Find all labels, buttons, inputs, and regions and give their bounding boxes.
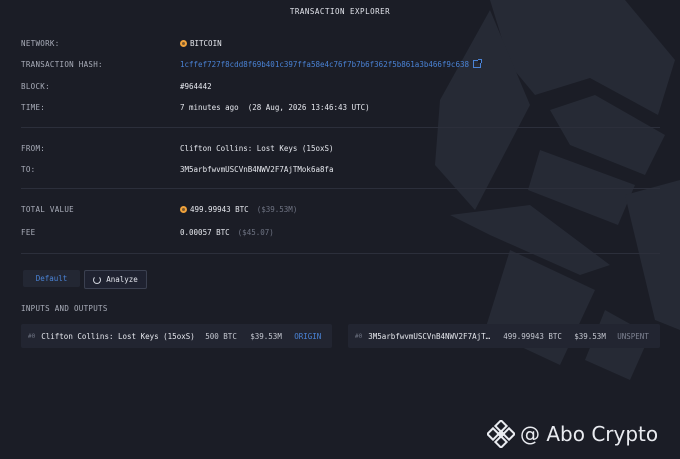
bitcoin-icon xyxy=(180,39,187,47)
output-row[interactable]: #0 3M5arbfwvmUSCVnB4NWV2F7AjT… 499.99943… xyxy=(348,324,660,348)
total-value-label: TOTAL VALUE xyxy=(21,204,74,214)
network-row: NETWORK: BITCOIN xyxy=(21,37,641,49)
to-row: TO: 3M5arbfwvmUSCVnB4NWV2F7AjTMok6a8fa xyxy=(21,163,641,175)
block-value: #964442 xyxy=(180,81,212,91)
network-label: NETWORK: xyxy=(21,38,60,48)
input-usd: $39.53M xyxy=(250,331,282,341)
hash-label: TRANSACTION HASH: xyxy=(21,59,103,69)
time-row: TIME: 7 minutes ago (28 Aug, 2026 13:46:… xyxy=(21,101,641,113)
to-value[interactable]: 3M5arbfwvmUSCVnB4NWV2F7AjTMok6a8fa xyxy=(180,165,334,174)
spinner-icon xyxy=(93,275,102,284)
input-index: #0 xyxy=(28,332,36,340)
from-label: FROM: xyxy=(21,143,46,153)
divider xyxy=(21,127,660,128)
binance-logo-icon xyxy=(487,420,515,448)
block-label: BLOCK: xyxy=(21,81,50,91)
watermark: @ Abo Crypto xyxy=(487,420,658,448)
output-index: #0 xyxy=(355,332,363,340)
analyze-button[interactable]: Analyze xyxy=(84,270,147,289)
unspent-badge: UNSPENT xyxy=(617,331,649,341)
default-button[interactable]: Default xyxy=(23,270,80,287)
time-value: 7 minutes ago (28 Aug, 2026 13:46:43 UTC… xyxy=(180,102,370,112)
network-value: BITCOIN xyxy=(190,38,222,48)
transaction-hash-link[interactable]: 1cffef727f8cdd8f69b401c397ffa58e4c76f7b7… xyxy=(180,60,469,69)
input-btc: 500 BTC xyxy=(205,331,237,341)
origin-badge: ORIGIN xyxy=(294,331,322,341)
fee-row: FEE 0.00057 BTC ($45.07) xyxy=(21,226,641,238)
input-row[interactable]: #0 Clifton Collins: Lost Keys (15oxS) 50… xyxy=(21,324,332,348)
divider xyxy=(21,253,660,254)
input-name[interactable]: Clifton Collins: Lost Keys (15oxS) xyxy=(41,332,205,341)
output-name[interactable]: 3M5arbfwvmUSCVnB4NWV2F7AjT… xyxy=(368,332,503,341)
total-value-row: TOTAL VALUE 499.99943 BTC ($39.53M) xyxy=(21,203,641,215)
fee-label: FEE xyxy=(21,227,36,237)
divider xyxy=(21,188,660,189)
page-title: TRANSACTION EXPLORER xyxy=(289,7,391,16)
external-link-icon[interactable] xyxy=(472,59,482,68)
total-value-btc: 499.99943 BTC xyxy=(190,204,249,214)
output-usd: $39.53M xyxy=(574,331,606,341)
output-btc: 499.99943 BTC xyxy=(503,331,562,341)
fee-usd: ($45.07) xyxy=(237,227,274,237)
from-value[interactable]: Clifton Collins: Lost Keys (15oxS) xyxy=(180,144,334,153)
inputs-outputs-heading: INPUTS AND OUTPUTS xyxy=(21,304,108,313)
fee-btc: 0.00057 BTC xyxy=(180,227,230,237)
block-row: BLOCK: #964442 xyxy=(21,80,641,92)
analyze-button-label: Analyze xyxy=(106,275,138,284)
total-value-usd: ($39.53M) xyxy=(256,204,298,214)
time-label: TIME: xyxy=(21,102,46,112)
bitcoin-icon xyxy=(180,205,187,213)
watermark-text: @ Abo Crypto xyxy=(520,422,659,446)
hash-row: TRANSACTION HASH: 1cffef727f8cdd8f69b401… xyxy=(21,58,641,70)
from-row: FROM: Clifton Collins: Lost Keys (15oxS) xyxy=(21,142,641,154)
to-label: TO: xyxy=(21,164,36,174)
